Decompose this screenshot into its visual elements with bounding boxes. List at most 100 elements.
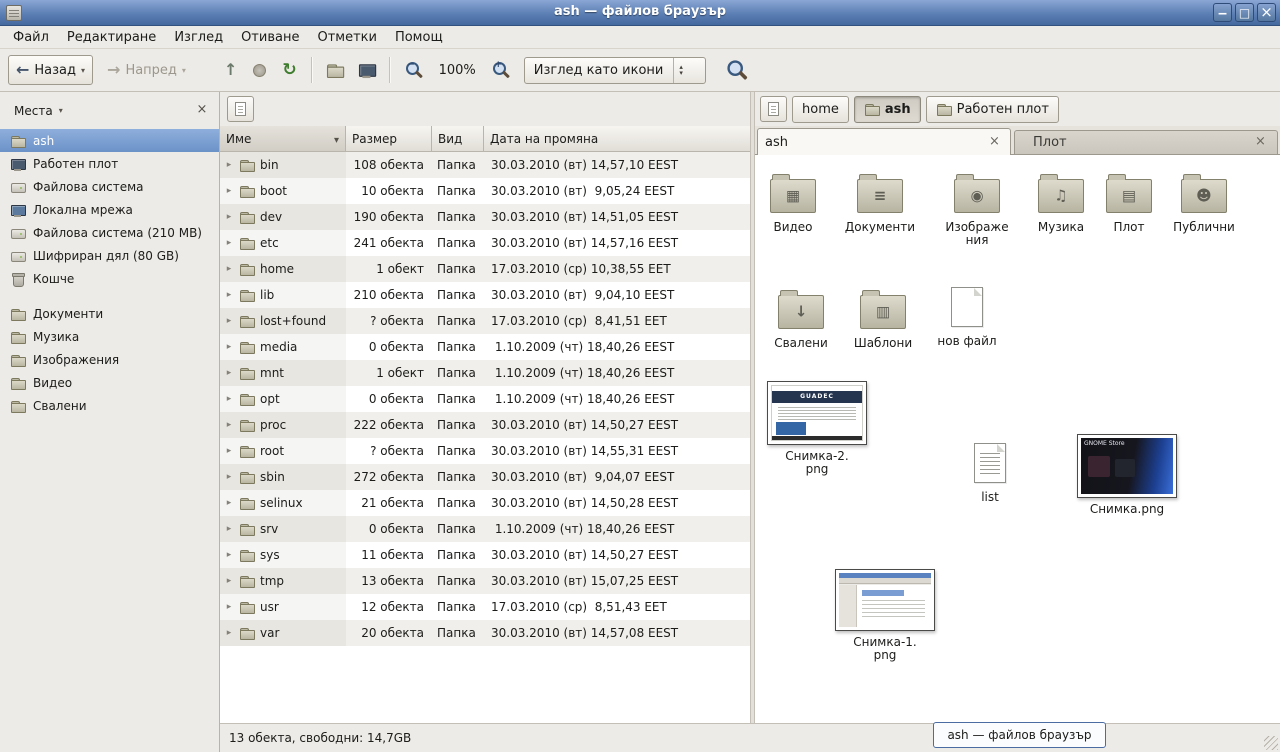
sidebar-item[interactable]: Кошче: [0, 267, 219, 290]
file-row[interactable]: selinux 21 обекта Папка 30.03.2010 (вт) …: [220, 490, 750, 516]
file-item-snimka[interactable]: GNOME Store Снимка.png: [1073, 434, 1181, 516]
expander-icon[interactable]: [224, 524, 234, 534]
sidebar-bookmark-item[interactable]: Музика: [0, 325, 219, 348]
reload-button[interactable]: ↻: [274, 55, 304, 85]
folder-item-public[interactable]: Публични: [1165, 173, 1243, 234]
expander-icon[interactable]: [224, 238, 234, 248]
folder-item-documents[interactable]: Документи: [839, 173, 921, 234]
folder-item-desktop[interactable]: Плот: [1097, 173, 1161, 234]
column-header-type[interactable]: Вид: [432, 126, 484, 152]
expander-icon[interactable]: [224, 212, 234, 222]
forward-button[interactable]: → Напред ▾: [99, 55, 194, 85]
breadcrumb-button[interactable]: home: [792, 96, 849, 123]
menu-item[interactable]: Изглед: [165, 27, 232, 48]
file-row[interactable]: usr 12 обекта Папка 17.03.2010 (ср) 8,51…: [220, 594, 750, 620]
search-button[interactable]: [720, 55, 754, 85]
home-button[interactable]: [319, 55, 351, 85]
expander-icon[interactable]: [224, 394, 234, 404]
back-history-chevron-icon[interactable]: ▾: [81, 66, 85, 75]
sidebar-item[interactable]: ash: [0, 129, 219, 152]
file-row[interactable]: dev 190 обекта Папка 30.03.2010 (вт) 14,…: [220, 204, 750, 230]
folder-item-templates[interactable]: Шаблони: [845, 289, 921, 350]
file-row[interactable]: var 20 обекта Папка 30.03.2010 (вт) 14,5…: [220, 620, 750, 646]
tab-desktop[interactable]: Плот: [1014, 130, 1278, 154]
file-row[interactable]: opt 0 обекта Папка 1.10.2009 (чт) 18,40,…: [220, 386, 750, 412]
file-row[interactable]: tmp 13 обекта Папка 30.03.2010 (вт) 15,0…: [220, 568, 750, 594]
menu-item[interactable]: Редактиране: [58, 27, 165, 48]
file-row[interactable]: media 0 обекта Папка 1.10.2009 (чт) 18,4…: [220, 334, 750, 360]
close-button[interactable]: [1257, 3, 1276, 22]
sidebar-bookmark-item[interactable]: Свалени: [0, 394, 219, 417]
expander-icon[interactable]: [224, 498, 234, 508]
stop-button[interactable]: [245, 55, 274, 85]
expander-icon[interactable]: [224, 602, 234, 612]
expander-icon[interactable]: [224, 316, 234, 326]
file-row[interactable]: lost+found ? обекта Папка 17.03.2010 (ср…: [220, 308, 750, 334]
sidebar-close-button[interactable]: [193, 102, 211, 120]
sidebar-item[interactable]: Локална мрежа: [0, 198, 219, 221]
file-row[interactable]: proc 222 обекта Папка 30.03.2010 (вт) 14…: [220, 412, 750, 438]
back-button[interactable]: ← Назад ▾: [8, 55, 93, 85]
menu-item[interactable]: Отиване: [232, 27, 308, 48]
expander-icon[interactable]: [224, 290, 234, 300]
toggle-location-entry-button[interactable]: [760, 96, 787, 122]
sidebar-item[interactable]: Файлова система (210 MB): [0, 221, 219, 244]
file-row[interactable]: srv 0 обекта Папка 1.10.2009 (чт) 18,40,…: [220, 516, 750, 542]
sidebar-bookmark-item[interactable]: Изображения: [0, 348, 219, 371]
tab-ash[interactable]: ash: [757, 128, 1011, 155]
file-item-snimka-1[interactable]: Снимка-1.png: [831, 569, 939, 662]
sidebar-pane-selector[interactable]: Места ▾: [8, 100, 69, 122]
file-row[interactable]: lib 210 обекта Папка 30.03.2010 (вт) 9,0…: [220, 282, 750, 308]
column-header-modified[interactable]: Дата на промяна: [484, 126, 750, 152]
maximize-button[interactable]: [1235, 3, 1254, 22]
file-row[interactable]: sys 11 обекта Папка 30.03.2010 (вт) 14,5…: [220, 542, 750, 568]
expander-icon[interactable]: [224, 160, 234, 170]
zoom-out-button[interactable]: −: [397, 55, 431, 85]
expander-icon[interactable]: [224, 264, 234, 274]
file-row[interactable]: sbin 272 обекта Папка 30.03.2010 (вт) 9,…: [220, 464, 750, 490]
toggle-location-entry-button[interactable]: [227, 96, 254, 122]
resize-grip[interactable]: [1264, 736, 1278, 750]
expander-icon[interactable]: [224, 628, 234, 638]
file-row[interactable]: bin 108 обекта Папка 30.03.2010 (вт) 14,…: [220, 152, 750, 178]
sidebar-bookmark-item[interactable]: Документи: [0, 302, 219, 325]
file-row[interactable]: etc 241 обекта Папка 30.03.2010 (вт) 14,…: [220, 230, 750, 256]
expander-icon[interactable]: [224, 472, 234, 482]
breadcrumb-button[interactable]: ash: [854, 96, 921, 123]
folder-item-music[interactable]: Музика: [1025, 173, 1097, 234]
menu-item[interactable]: Отметки: [308, 27, 385, 48]
expander-icon[interactable]: [224, 186, 234, 196]
tab-close-icon[interactable]: [986, 134, 1003, 151]
breadcrumb-button[interactable]: Работен плот: [926, 96, 1059, 123]
column-header-name[interactable]: Име: [220, 126, 346, 152]
sidebar-item[interactable]: Шифриран дял (80 GB): [0, 244, 219, 267]
menu-item[interactable]: Файл: [4, 27, 58, 48]
up-button[interactable]: ↑: [216, 55, 245, 85]
computer-button[interactable]: [351, 55, 383, 85]
file-row[interactable]: home 1 обект Папка 17.03.2010 (ср) 10,38…: [220, 256, 750, 282]
file-item-new-file[interactable]: нов файл: [929, 287, 1005, 348]
expander-icon[interactable]: [224, 446, 234, 456]
file-item-list[interactable]: list: [956, 443, 1024, 504]
zoom-in-button[interactable]: +: [484, 55, 518, 85]
file-item-snimka-2[interactable]: GUADEC Снимка-2.png: [763, 381, 871, 476]
folder-item-downloads[interactable]: Свалени: [765, 289, 837, 350]
expander-icon[interactable]: [224, 576, 234, 586]
expander-icon[interactable]: [224, 342, 234, 352]
expander-icon[interactable]: [224, 368, 234, 378]
tab-close-icon[interactable]: [1252, 134, 1269, 151]
file-row[interactable]: root ? обекта Папка 30.03.2010 (вт) 14,5…: [220, 438, 750, 464]
folder-item-video[interactable]: Видео: [757, 173, 829, 234]
column-header-size[interactable]: Размер: [346, 126, 432, 152]
minimize-button[interactable]: [1213, 3, 1232, 22]
sidebar-item[interactable]: Работен плот: [0, 152, 219, 175]
sidebar-bookmark-item[interactable]: Видео: [0, 371, 219, 394]
sidebar-item[interactable]: Файлова система: [0, 175, 219, 198]
expander-icon[interactable]: [224, 550, 234, 560]
file-row[interactable]: mnt 1 обект Папка 1.10.2009 (чт) 18,40,2…: [220, 360, 750, 386]
view-mode-combobox[interactable]: Изглед като икони: [524, 57, 706, 84]
folder-item-images[interactable]: Изображения: [939, 173, 1015, 247]
expander-icon[interactable]: [224, 420, 234, 430]
file-row[interactable]: boot 10 обекта Папка 30.03.2010 (вт) 9,0…: [220, 178, 750, 204]
menu-item[interactable]: Помощ: [386, 27, 452, 48]
